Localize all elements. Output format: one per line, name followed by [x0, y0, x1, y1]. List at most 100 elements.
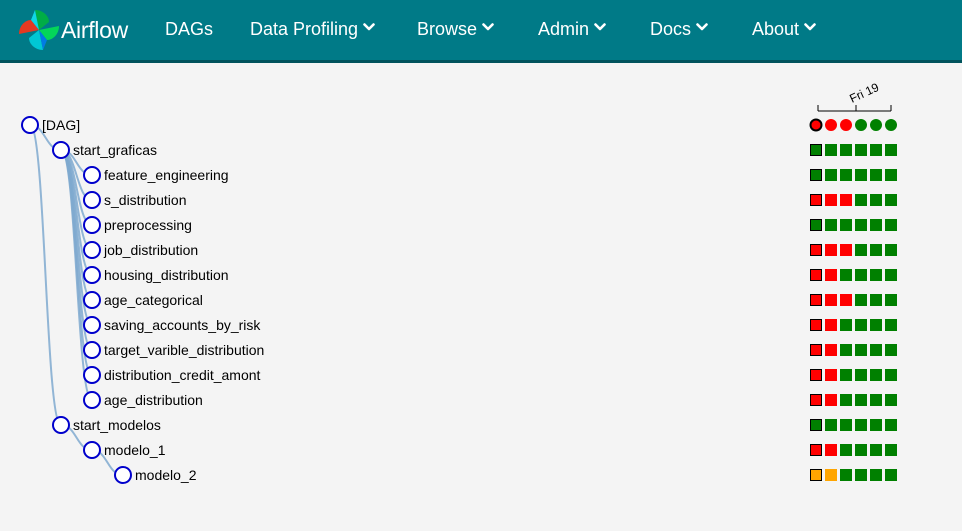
- task-instance-success[interactable]: [870, 419, 882, 431]
- task-label-distribution-credit-amont[interactable]: distribution_credit_amont: [104, 367, 261, 383]
- task-instance-failed[interactable]: [810, 444, 822, 456]
- task-instance-success[interactable]: [870, 319, 882, 331]
- tree-node-target-varible-distribution[interactable]: [83, 341, 101, 359]
- task-label-s-distribution[interactable]: s_distribution: [104, 192, 187, 208]
- tree-node-saving-accounts-by-risk[interactable]: [83, 316, 101, 334]
- task-instance-success[interactable]: [885, 319, 897, 331]
- task-instance-success[interactable]: [885, 369, 897, 381]
- task-instance-success[interactable]: [870, 269, 882, 281]
- task-label-modelo-1[interactable]: modelo_1: [104, 442, 166, 458]
- task-label-saving-accounts-by-risk[interactable]: saving_accounts_by_risk: [104, 317, 261, 333]
- task-instance-success[interactable]: [855, 169, 867, 181]
- task-instance-success[interactable]: [885, 269, 897, 281]
- task-instance-success[interactable]: [840, 144, 852, 156]
- task-instance-success[interactable]: [840, 269, 852, 281]
- task-instance-failed[interactable]: [825, 369, 837, 381]
- task-label-modelo-2[interactable]: modelo_2: [135, 467, 197, 483]
- task-instance-success[interactable]: [870, 469, 882, 481]
- task-instance-success[interactable]: [840, 344, 852, 356]
- task-instance-success[interactable]: [840, 219, 852, 231]
- task-instance-failed[interactable]: [810, 194, 822, 206]
- task-instance-success[interactable]: [870, 194, 882, 206]
- task-instance-success[interactable]: [825, 219, 837, 231]
- task-instance-success[interactable]: [885, 419, 897, 431]
- task-instance-failed[interactable]: [825, 194, 837, 206]
- task-instance-failed[interactable]: [825, 319, 837, 331]
- task-instance-success[interactable]: [885, 344, 897, 356]
- tree-node-start-graficas[interactable]: [52, 141, 70, 159]
- task-instance-success[interactable]: [840, 419, 852, 431]
- task-instance-failed[interactable]: [810, 244, 822, 256]
- task-instance-success[interactable]: [885, 244, 897, 256]
- task-label-dag[interactable]: [DAG]: [42, 117, 80, 133]
- task-instance-failed[interactable]: [825, 244, 837, 256]
- tree-node-job-distribution[interactable]: [83, 241, 101, 259]
- dag-run-success[interactable]: [855, 119, 867, 131]
- task-instance-success[interactable]: [885, 144, 897, 156]
- task-instance-success[interactable]: [840, 444, 852, 456]
- task-instance-failed[interactable]: [840, 194, 852, 206]
- task-instance-success[interactable]: [840, 394, 852, 406]
- task-label-age-distribution[interactable]: age_distribution: [104, 392, 203, 408]
- tree-node-preprocessing[interactable]: [83, 216, 101, 234]
- task-instance-failed[interactable]: [825, 269, 837, 281]
- task-label-age-categorical[interactable]: age_categorical: [104, 292, 203, 308]
- task-instance-upstream_failed[interactable]: [825, 469, 837, 481]
- task-instance-success[interactable]: [885, 219, 897, 231]
- task-instance-failed[interactable]: [825, 444, 837, 456]
- task-instance-failed[interactable]: [825, 294, 837, 306]
- task-instance-success[interactable]: [885, 444, 897, 456]
- task-label-target-varible-distribution[interactable]: target_varible_distribution: [104, 342, 264, 358]
- task-instance-success[interactable]: [885, 294, 897, 306]
- task-instance-failed[interactable]: [825, 394, 837, 406]
- task-instance-failed[interactable]: [810, 294, 822, 306]
- tree-node-housing-distribution[interactable]: [83, 266, 101, 284]
- task-instance-failed[interactable]: [810, 369, 822, 381]
- tree-node-modelo-2[interactable]: [114, 466, 132, 484]
- tree-node-start-modelos[interactable]: [52, 416, 70, 434]
- task-instance-success[interactable]: [885, 394, 897, 406]
- task-label-preprocessing[interactable]: preprocessing: [104, 217, 192, 233]
- tree-node-modelo-1[interactable]: [83, 441, 101, 459]
- task-instance-success[interactable]: [855, 294, 867, 306]
- task-instance-failed[interactable]: [840, 294, 852, 306]
- task-instance-success[interactable]: [855, 194, 867, 206]
- task-instance-success[interactable]: [885, 194, 897, 206]
- task-instance-success[interactable]: [870, 144, 882, 156]
- task-instance-success[interactable]: [810, 219, 822, 231]
- task-instance-upstream_failed[interactable]: [810, 469, 822, 481]
- dag-run-failed[interactable]: [840, 119, 852, 131]
- task-instance-failed[interactable]: [825, 344, 837, 356]
- task-instance-success[interactable]: [840, 369, 852, 381]
- task-label-start-modelos[interactable]: start_modelos: [73, 417, 161, 433]
- dag-run-failed[interactable]: [825, 119, 837, 131]
- task-instance-success[interactable]: [855, 244, 867, 256]
- task-instance-success[interactable]: [870, 169, 882, 181]
- task-label-housing-distribution[interactable]: housing_distribution: [104, 267, 229, 283]
- task-instance-success[interactable]: [810, 169, 822, 181]
- task-instance-failed[interactable]: [840, 244, 852, 256]
- dag-run-success[interactable]: [870, 119, 882, 131]
- tree-node-age-distribution[interactable]: [83, 391, 101, 409]
- task-instance-success[interactable]: [855, 419, 867, 431]
- task-instance-success[interactable]: [855, 344, 867, 356]
- task-instance-success[interactable]: [870, 219, 882, 231]
- task-instance-success[interactable]: [810, 419, 822, 431]
- task-instance-success[interactable]: [855, 369, 867, 381]
- task-label-job-distribution[interactable]: job_distribution: [103, 242, 198, 258]
- task-instance-success[interactable]: [840, 469, 852, 481]
- task-instance-success[interactable]: [870, 344, 882, 356]
- tree-node-age-categorical[interactable]: [83, 291, 101, 309]
- task-instance-failed[interactable]: [810, 269, 822, 281]
- task-instance-success[interactable]: [855, 469, 867, 481]
- task-instance-success[interactable]: [885, 469, 897, 481]
- task-instance-success[interactable]: [870, 369, 882, 381]
- task-instance-failed[interactable]: [810, 319, 822, 331]
- task-instance-success[interactable]: [855, 319, 867, 331]
- task-instance-success[interactable]: [855, 219, 867, 231]
- task-instance-success[interactable]: [840, 169, 852, 181]
- tree-node-distribution-credit-amont[interactable]: [83, 366, 101, 384]
- dag-run-failed[interactable]: [809, 118, 823, 132]
- task-instance-success[interactable]: [825, 144, 837, 156]
- task-instance-success[interactable]: [810, 144, 822, 156]
